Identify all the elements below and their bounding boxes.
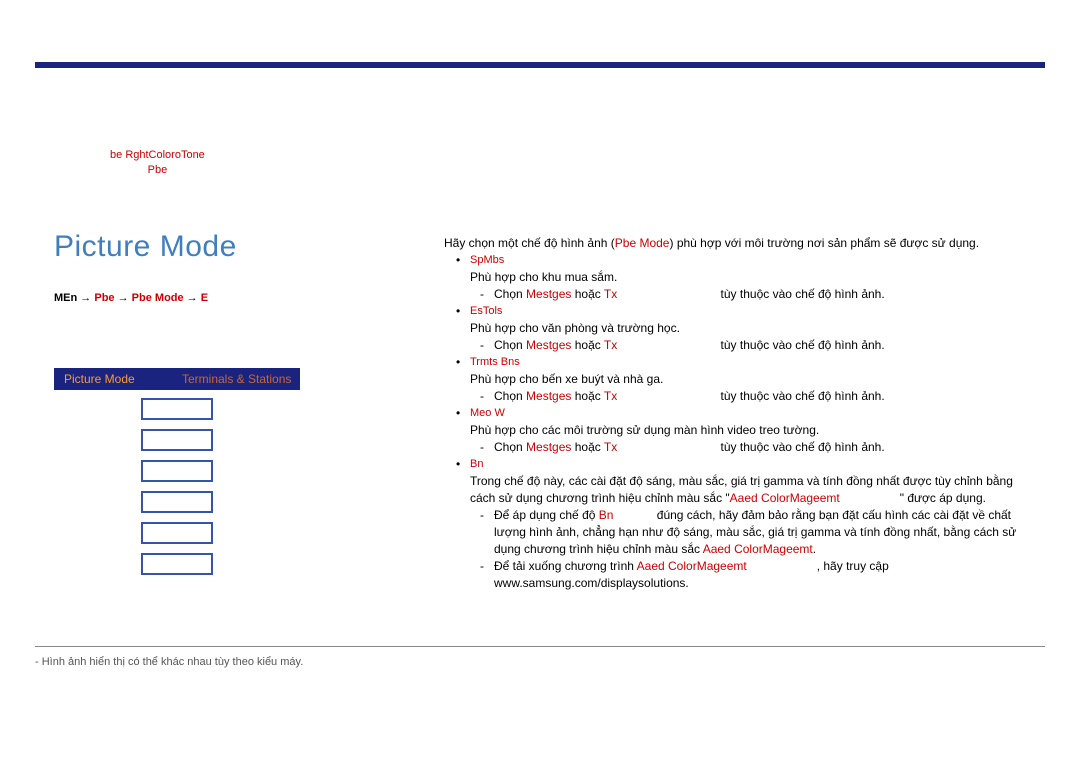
crumb: MEn	[54, 292, 77, 304]
t: Để áp dụng chế độ	[494, 508, 599, 522]
preview-bar	[141, 398, 213, 420]
preview-bar	[141, 553, 213, 575]
intro-line: Hãy chọn một chế độ hình ảnh (Pbe Mode) …	[444, 235, 1034, 252]
arrow: →	[77, 292, 94, 304]
crumb: Pbe	[94, 292, 114, 304]
mode-head: Trmts Bns	[470, 354, 1034, 371]
preview-bar	[141, 429, 213, 451]
footnote: Hình ảnh hiển thị có thể khác nhau tùy t…	[35, 656, 303, 668]
t: tùy thuộc vào chế độ hình ảnh.	[717, 287, 884, 301]
mode-sub: Để tải xuống chương trình Aaed ColorMage…	[494, 558, 1034, 592]
mode-head: Meo W	[470, 405, 1034, 422]
mode-sub: Chọn Mestges hoặc Tx tùy thuộc vào chế đ…	[494, 286, 1034, 303]
t: tùy thuộc vào chế độ hình ảnh.	[717, 389, 884, 403]
arrow: →	[115, 292, 132, 304]
t: Tx	[604, 440, 617, 454]
mode-item: EsTols Phù hợp cho văn phòng và trường h…	[470, 303, 1034, 354]
mode-head: EsTols	[470, 303, 1034, 320]
t: .	[813, 542, 816, 556]
mode-sub: Chọn Mestges hoặc Tx tùy thuộc vào chế đ…	[494, 439, 1034, 456]
t: hoặc	[571, 338, 603, 352]
panel-label-value: Terminals & Stations	[182, 372, 291, 386]
t: Mestges	[526, 389, 571, 403]
mode-item: Trmts Bns Phù hợp cho bến xe buýt và nhà…	[470, 354, 1034, 405]
mode-desc: Phù hợp cho văn phòng và trường học.	[470, 320, 1034, 337]
mode-list: SpMbs Phù hợp cho khu mua sắm. Chọn Mest…	[444, 252, 1034, 592]
label-part: be	[110, 149, 122, 161]
t: hoặc	[571, 389, 603, 403]
text: Pbe Mode	[615, 236, 670, 250]
breadcrumb: MEn → Pbe → Pbe Mode → E	[54, 292, 208, 304]
t: Để tải xuống chương trình	[494, 559, 637, 573]
mode-head: Bn	[470, 456, 1034, 473]
t: Mestges	[526, 440, 571, 454]
label-part: Pbe	[110, 163, 205, 178]
mode-item: SpMbs Phù hợp cho khu mua sắm. Chọn Mest…	[470, 252, 1034, 303]
arrow: →	[184, 292, 201, 304]
text: ) phù hợp với môi trường nơi sản phẩm sẽ…	[669, 236, 979, 250]
t: tùy thuộc vào chế độ hình ảnh.	[717, 440, 884, 454]
preview-bar	[141, 491, 213, 513]
mode-desc: Phù hợp cho các môi trường sử dụng màn h…	[470, 422, 1034, 439]
t: Mestges	[526, 287, 571, 301]
mode-desc: Trong chế độ này, các cài đặt độ sáng, m…	[470, 473, 1034, 507]
t: Chọn	[494, 338, 526, 352]
t: Aaed ColorMageemt	[703, 542, 813, 556]
t: Bn	[599, 508, 614, 522]
t: " được áp dụng.	[900, 491, 986, 505]
mode-sub: Chọn Mestges hoặc Tx tùy thuộc vào chế đ…	[494, 337, 1034, 354]
footer-divider	[35, 646, 1045, 647]
crumb: Pbe Mode	[132, 292, 184, 304]
t: Tx	[604, 287, 617, 301]
t: Chọn	[494, 287, 526, 301]
t: Aaed ColorMageemt	[637, 559, 747, 573]
page-title: Picture Mode	[54, 230, 237, 264]
t: hoặc	[571, 440, 603, 454]
description-column: Hãy chọn một chế độ hình ảnh (Pbe Mode) …	[444, 233, 1034, 592]
page-labels: be RghtColoroTone Pbe	[110, 148, 205, 178]
text: Hãy chọn một chế độ hình ảnh (	[444, 236, 615, 250]
mode-desc: Phù hợp cho bến xe buýt và nhà ga.	[470, 371, 1034, 388]
mode-sub: Để áp dụng chế độ Bn đúng cách, hãy đảm …	[494, 507, 1034, 558]
preview-bar	[141, 460, 213, 482]
preview-panel: Picture Mode Terminals & Stations	[54, 368, 300, 575]
top-accent-bar	[35, 62, 1045, 68]
t: Chọn	[494, 440, 526, 454]
t: Tx	[604, 338, 617, 352]
panel-label-mode: Picture Mode	[54, 372, 182, 386]
t: Aaed ColorMageemt	[730, 491, 840, 505]
mode-item: Meo W Phù hợp cho các môi trường sử dụng…	[470, 405, 1034, 456]
crumb: E	[201, 292, 208, 304]
t: hoặc	[571, 287, 603, 301]
preview-bars	[54, 398, 300, 575]
t: Tx	[604, 389, 617, 403]
panel-header: Picture Mode Terminals & Stations	[54, 368, 300, 390]
t: tùy thuộc vào chế độ hình ảnh.	[717, 338, 884, 352]
label-part: RghtColoroTone	[125, 149, 205, 161]
mode-head: SpMbs	[470, 252, 1034, 269]
mode-desc: Phù hợp cho khu mua sắm.	[470, 269, 1034, 286]
mode-sub: Chọn Mestges hoặc Tx tùy thuộc vào chế đ…	[494, 388, 1034, 405]
mode-item-calibration: Bn Trong chế độ này, các cài đặt độ sáng…	[470, 456, 1034, 592]
t: Chọn	[494, 389, 526, 403]
t: Mestges	[526, 338, 571, 352]
preview-bar	[141, 522, 213, 544]
